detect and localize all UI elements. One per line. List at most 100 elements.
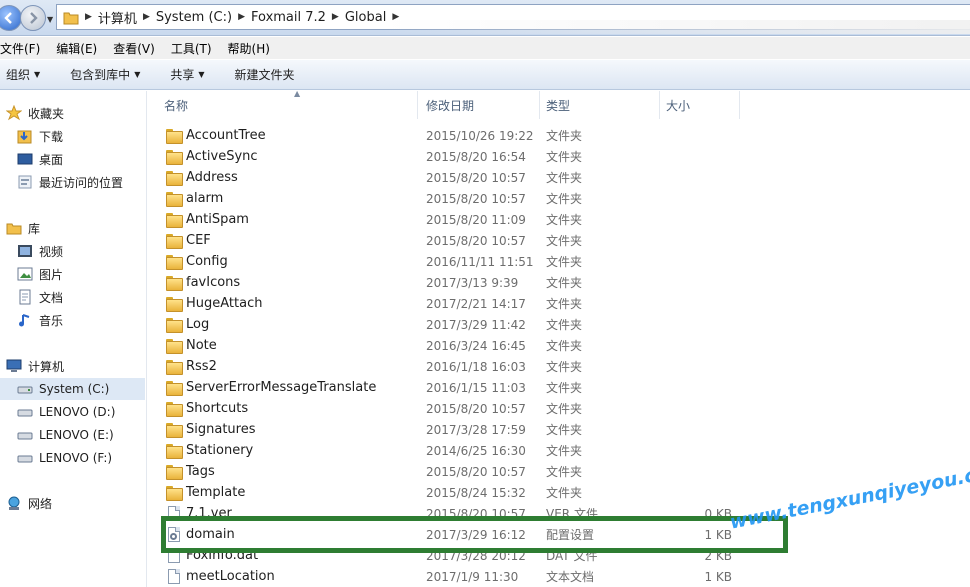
file-row[interactable]: ServerErrorMessageTranslate 2016/1/15 11:… — [148, 377, 970, 398]
nav-drive-c[interactable]: System (C:) — [0, 378, 145, 400]
folder-icon — [166, 213, 183, 228]
video-icon — [17, 243, 33, 259]
nav-music[interactable]: 音乐 — [17, 309, 63, 331]
file-row[interactable]: Log 2017/3/29 11:42 文件夹 — [148, 314, 970, 335]
menu-tools[interactable]: 工具(T) — [171, 40, 212, 57]
star-icon — [5, 104, 23, 121]
file-date: 2015/8/20 11:09 — [426, 212, 526, 227]
column-header-size[interactable]: 大小 — [660, 91, 740, 119]
breadcrumb-separator-icon[interactable]: ▶ — [332, 12, 339, 22]
file-name: CEF — [186, 233, 211, 248]
file-size — [668, 482, 732, 503]
file-type: 文件夹 — [546, 402, 583, 416]
file-type: 文件夹 — [546, 297, 583, 311]
column-header-type[interactable]: 类型 — [540, 91, 660, 119]
file-row[interactable]: AccountTree 2015/10/26 19:22 文件夹 — [148, 125, 970, 146]
nav-pictures[interactable]: 图片 — [17, 263, 63, 285]
file-type: 文件夹 — [546, 444, 583, 458]
file-date: 2015/8/20 16:54 — [426, 149, 526, 164]
nav-label: 库 — [28, 221, 41, 236]
navigation-pane: 收藏夹 下载 桌面 最近访问的位置 库 视频 图片 文档 音乐 计算机 Syst… — [0, 91, 147, 587]
organize-button[interactable]: 组织 ▼ — [6, 66, 40, 83]
nav-drive-f[interactable]: LENOVO (F:) — [17, 447, 112, 469]
folder-icon — [166, 381, 183, 396]
new-folder-button[interactable]: 新建文件夹 — [235, 66, 295, 83]
file-date: 2015/8/20 10:57 — [426, 191, 526, 206]
file-row[interactable]: ActiveSync 2015/8/20 16:54 文件夹 — [148, 146, 970, 167]
back-button[interactable] — [0, 5, 22, 31]
file-row[interactable]: Signatures 2017/3/28 17:59 文件夹 — [148, 419, 970, 440]
file-type: 文件夹 — [546, 423, 583, 437]
file-type: 文件夹 — [546, 465, 583, 479]
recent-pages-dropdown-icon[interactable]: ▼ — [47, 15, 53, 24]
file-size — [668, 398, 732, 419]
file-name: Stationery — [186, 443, 254, 458]
column-header-name[interactable]: 名称 ▲ — [158, 89, 418, 119]
file-date: 2015/8/20 10:57 — [426, 401, 526, 416]
folder-icon — [166, 129, 183, 144]
nav-drive-d[interactable]: LENOVO (D:) — [17, 401, 115, 423]
column-name-label: 名称 — [164, 98, 189, 113]
file-row[interactable]: Address 2015/8/20 10:57 文件夹 — [148, 167, 970, 188]
highlight-box — [161, 516, 788, 553]
file-row[interactable]: HugeAttach 2017/2/21 14:17 文件夹 — [148, 293, 970, 314]
file-date: 2015/10/26 19:22 — [426, 128, 534, 143]
nav-favorites[interactable]: 收藏夹 — [5, 102, 65, 124]
nav-documents[interactable]: 文档 — [17, 286, 63, 308]
file-row[interactable]: meetLocation 2017/1/9 11:30 文本文档 1 KB — [148, 566, 970, 587]
breadcrumb-computer[interactable]: 计算机 — [98, 8, 137, 27]
file-size — [668, 125, 732, 146]
forward-button[interactable] — [20, 5, 46, 31]
nav-desktop[interactable]: 桌面 — [17, 148, 63, 170]
file-row[interactable]: Config 2016/11/11 11:51 文件夹 — [148, 251, 970, 272]
nav-label: 收藏夹 — [28, 106, 65, 121]
share-button[interactable]: 共享 ▼ — [170, 66, 204, 83]
file-row[interactable]: CEF 2015/8/20 10:57 文件夹 — [148, 230, 970, 251]
file-date: 2015/8/20 10:57 — [426, 464, 526, 479]
nav-libraries[interactable]: 库 — [6, 217, 40, 239]
folder-icon — [166, 192, 183, 207]
file-row[interactable]: Stationery 2014/6/25 16:30 文件夹 — [148, 440, 970, 461]
include-in-library-button[interactable]: 包含到库中 ▼ — [70, 66, 140, 83]
menu-file[interactable]: 文件(F) — [0, 40, 40, 57]
file-name: Rss2 — [186, 359, 217, 374]
file-size — [668, 440, 732, 461]
file-row[interactable]: AntiSpam 2015/8/20 11:09 文件夹 — [148, 209, 970, 230]
file-row[interactable]: alarm 2015/8/20 10:57 文件夹 — [148, 188, 970, 209]
folder-icon — [166, 339, 183, 354]
nav-network[interactable]: 网络 — [6, 492, 52, 514]
folder-icon — [166, 318, 183, 333]
breadcrumb-separator-icon[interactable]: ▶ — [238, 12, 245, 22]
file-row[interactable]: Rss2 2016/1/18 16:03 文件夹 — [148, 356, 970, 377]
nav-label: 音乐 — [39, 313, 64, 328]
folder-icon — [166, 486, 183, 501]
nav-recent-places[interactable]: 最近访问的位置 — [17, 171, 123, 193]
file-row[interactable]: favIcons 2017/3/13 9:39 文件夹 — [148, 272, 970, 293]
drive-icon — [17, 427, 33, 443]
nav-computer[interactable]: 计算机 — [6, 355, 64, 377]
breadcrumb-system-c[interactable]: System (C:) — [156, 10, 232, 25]
menu-edit[interactable]: 编辑(E) — [56, 40, 97, 57]
nav-downloads[interactable]: 下载 — [17, 125, 63, 147]
file-name: AccountTree — [186, 128, 266, 143]
file-row[interactable]: Note 2016/3/24 16:45 文件夹 — [148, 335, 970, 356]
breadcrumb-separator-icon[interactable]: ▶ — [143, 12, 150, 22]
breadcrumb-separator-icon[interactable]: ▶ — [85, 12, 92, 22]
file-row[interactable]: Shortcuts 2015/8/20 10:57 文件夹 — [148, 398, 970, 419]
nav-label: 最近访问的位置 — [39, 175, 124, 190]
desktop-icon — [17, 151, 33, 167]
menu-view[interactable]: 查看(V) — [113, 40, 155, 57]
breadcrumb-foxmail[interactable]: Foxmail 7.2 — [251, 10, 326, 25]
file-name: AntiSpam — [186, 212, 249, 227]
file-size — [668, 188, 732, 209]
nav-drive-e[interactable]: LENOVO (E:) — [17, 424, 114, 446]
column-header-date[interactable]: 修改日期 — [420, 91, 540, 119]
file-date: 2015/8/20 10:57 — [426, 170, 526, 185]
file-name: Shortcuts — [186, 401, 249, 416]
menu-help[interactable]: 帮助(H) — [228, 40, 270, 57]
file-name: alarm — [186, 191, 224, 206]
file-row[interactable]: Tags 2015/8/20 10:57 文件夹 — [148, 461, 970, 482]
folder-icon — [166, 360, 183, 375]
nav-videos[interactable]: 视频 — [17, 240, 63, 262]
file-name: Tags — [186, 464, 215, 479]
